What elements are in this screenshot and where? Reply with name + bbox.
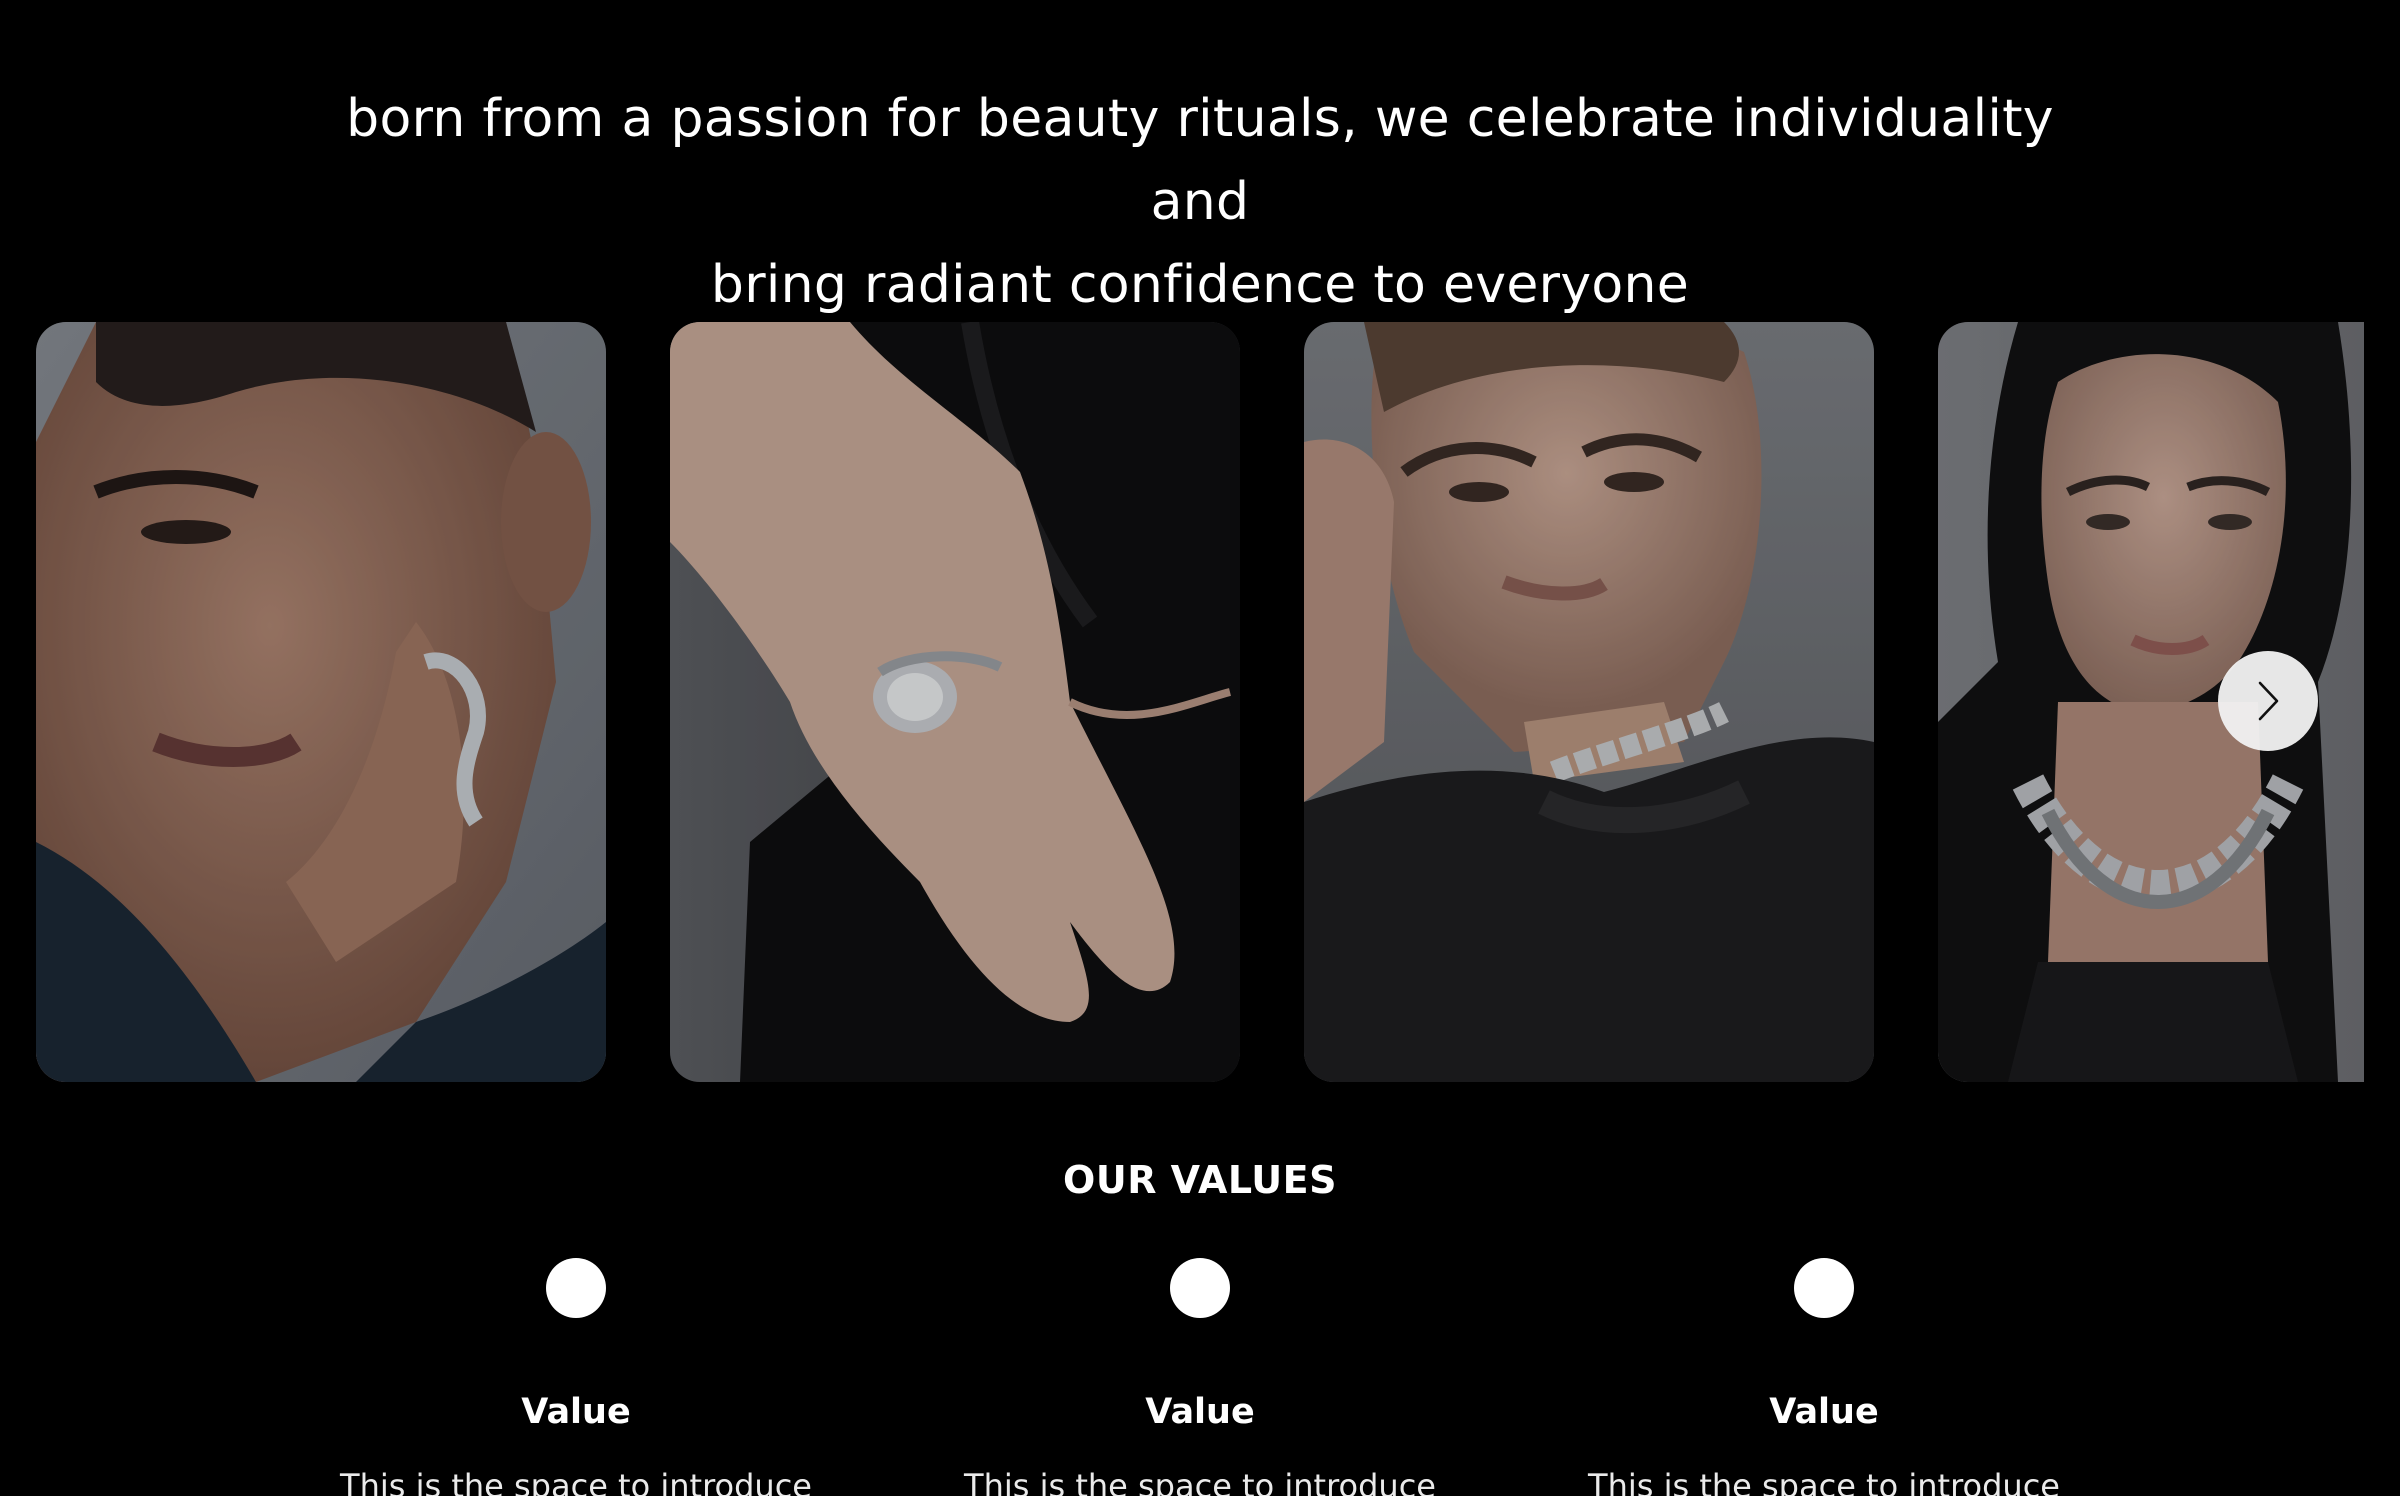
hero-tagline: born from a passion for beauty rituals, … (300, 78, 2100, 327)
value-item-3: Value This is the space to introduce (1574, 1258, 2074, 1496)
value-description: This is the space to introduce (964, 1467, 1436, 1496)
value-name: Value (1145, 1392, 1255, 1432)
hand-with-ring-image (670, 322, 1240, 1082)
value-item-2: Value This is the space to introduce (950, 1258, 1450, 1496)
value-description: This is the space to introduce (1588, 1467, 2060, 1496)
chevron-right-icon (2258, 681, 2279, 721)
values-section-title: OUR VALUES (1063, 1158, 1337, 1202)
model-with-finger-armor-ring-image (36, 322, 606, 1082)
value-name: Value (521, 1392, 631, 1432)
about-page: born from a passion for beauty rituals, … (0, 0, 2400, 1496)
carousel-next-button[interactable] (2218, 651, 2318, 751)
gallery-image-1[interactable] (36, 322, 606, 1082)
gallery-image-2[interactable] (670, 322, 1240, 1082)
value-item-1: Value This is the space to introduce (326, 1258, 826, 1496)
gallery-image-3[interactable] (1304, 322, 1874, 1082)
model-with-spiked-choker-image (1304, 322, 1874, 1082)
tagline-line-1: born from a passion for beauty rituals, … (346, 89, 2054, 232)
value-circle-icon (1170, 1258, 1230, 1318)
value-name: Value (1769, 1392, 1879, 1432)
image-gallery (0, 322, 2400, 1082)
value-description: This is the space to introduce (340, 1467, 812, 1496)
value-circle-icon (546, 1258, 606, 1318)
value-circle-icon (1794, 1258, 1854, 1318)
tagline-line-2: bring radiant confidence to everyone (710, 255, 1690, 315)
